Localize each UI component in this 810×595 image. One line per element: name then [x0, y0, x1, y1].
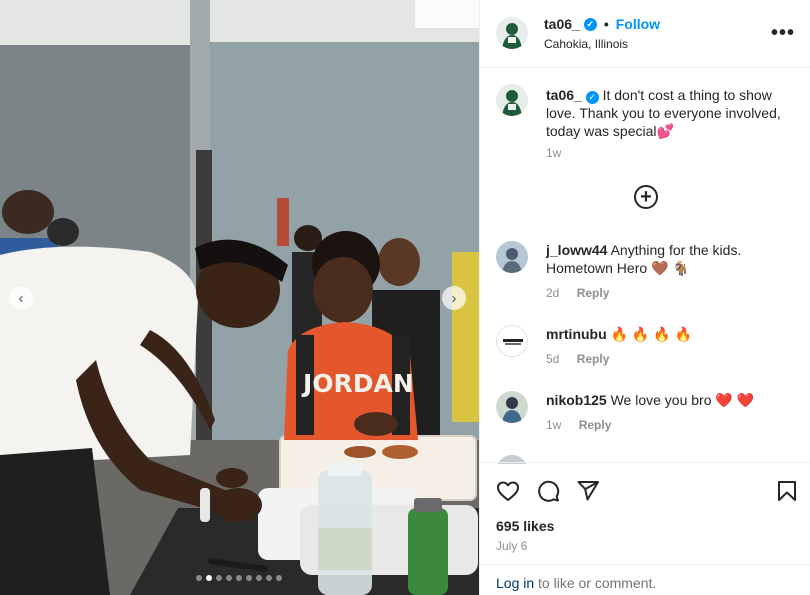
paper-plane-icon[interactable] [576, 479, 600, 503]
login-link[interactable]: Log in [496, 575, 534, 591]
reply-button[interactable]: Reply [579, 418, 612, 432]
comment-time: 2d [546, 286, 560, 300]
separator-dot: • [603, 16, 609, 32]
post-media[interactable]: JORDAN ‹ › [0, 0, 479, 595]
chevron-right-icon: › [451, 289, 457, 307]
comment-time: 5d [546, 352, 560, 366]
avatar[interactable] [496, 17, 528, 49]
verified-badge-icon: ✓ [585, 90, 599, 104]
reply-button[interactable]: Reply [577, 286, 610, 300]
caption-username[interactable]: ta06_ [546, 87, 582, 103]
caption-time: 1w [546, 146, 562, 160]
avatar[interactable] [496, 241, 528, 273]
comment-text: We love you bro [610, 392, 712, 408]
carousel-dot [266, 575, 272, 581]
carousel-dot [256, 575, 262, 581]
shirt-print: JORDAN [301, 369, 414, 398]
post-header: ta06_ ✓ • Follow Cahokia, Illinois ••• [480, 0, 810, 68]
likes-count[interactable]: 695 likes [496, 518, 554, 534]
carousel-indicator [196, 575, 282, 581]
heart-outline-icon[interactable] [496, 479, 520, 503]
post-location[interactable]: Cahokia, Illinois [544, 37, 628, 51]
comment-username[interactable]: mrtinubu [546, 326, 607, 342]
chevron-left-icon: ‹ [18, 289, 24, 307]
carousel-dot [226, 575, 232, 581]
verified-badge-icon: ✓ [583, 17, 597, 31]
comment-emoji: ❤️ ❤️ [715, 392, 755, 408]
carousel-dot [216, 575, 222, 581]
comment-username[interactable]: j_loww44 [546, 242, 607, 258]
login-prompt-text: to like or comment. [534, 575, 657, 591]
login-prompt: Log in to like or comment. [480, 564, 810, 595]
follow-button[interactable]: Follow [616, 16, 660, 32]
comment-time: 1w [546, 418, 562, 432]
ellipsis-icon[interactable]: ••• [771, 22, 795, 45]
carousel-dot [206, 575, 212, 581]
post-photo: JORDAN [0, 0, 479, 595]
next-slide-button[interactable]: › [442, 286, 466, 310]
post-username[interactable]: ta06_ [544, 16, 580, 32]
reply-button[interactable]: Reply [577, 352, 610, 366]
caption-emoji: 💕 [656, 123, 674, 139]
carousel-dot [196, 575, 202, 581]
comment-emoji: 🔥 🔥 🔥 🔥 [610, 326, 692, 342]
avatar[interactable] [496, 391, 528, 423]
avatar[interactable] [496, 84, 528, 116]
carousel-dot [276, 575, 282, 581]
post-date[interactable]: July 6 [496, 539, 527, 553]
post-sidebar: ta06_ ✓ • Follow Cahokia, Illinois ••• t… [479, 0, 810, 595]
speech-bubble-icon[interactable] [536, 479, 560, 503]
previous-slide-button[interactable]: ‹ [9, 286, 33, 310]
comment-username[interactable]: nikob125 [546, 392, 607, 408]
comment-emoji: 🤎 🐐 [651, 260, 690, 276]
plus-circle-icon[interactable]: + [634, 185, 658, 209]
action-bar [480, 462, 810, 514]
carousel-dot [236, 575, 242, 581]
avatar[interactable] [496, 325, 528, 357]
carousel-dot [246, 575, 252, 581]
bookmark-icon[interactable] [775, 479, 799, 503]
